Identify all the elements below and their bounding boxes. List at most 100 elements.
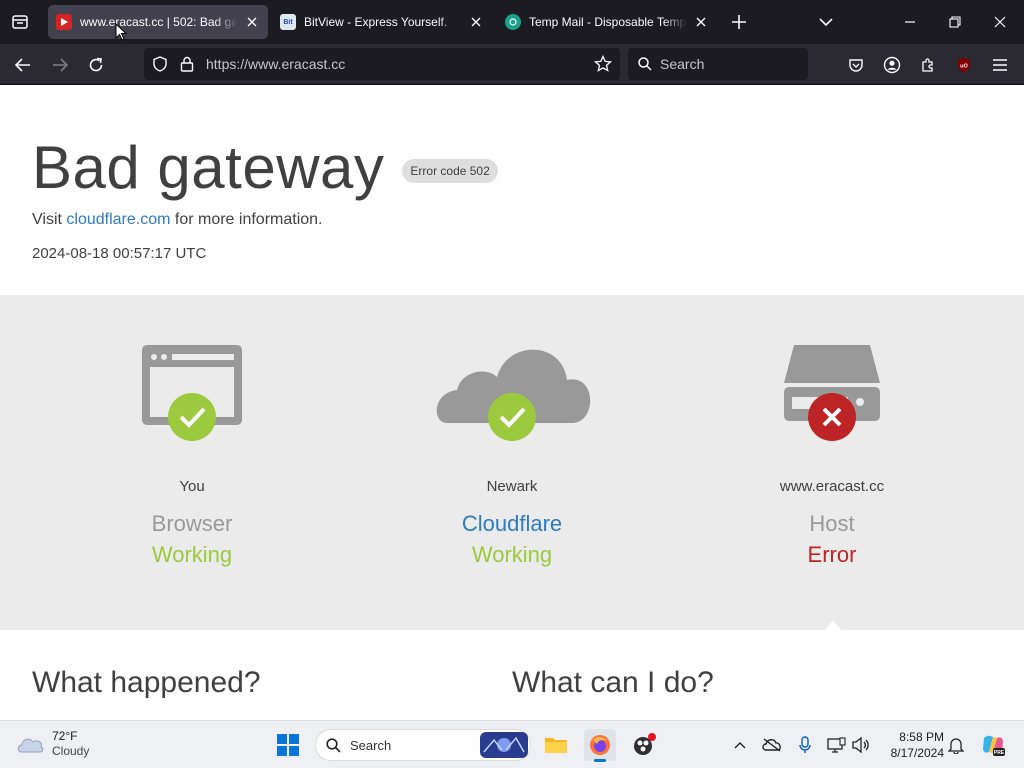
close-tab-icon[interactable] bbox=[244, 14, 260, 30]
account-icon bbox=[883, 56, 901, 74]
lock-icon[interactable] bbox=[180, 56, 194, 72]
forward-button[interactable] bbox=[45, 50, 75, 80]
microphone-tray-button[interactable] bbox=[795, 735, 815, 755]
node-cloudflare: Newark Cloudflare Working bbox=[362, 295, 662, 630]
node-kind: Host bbox=[809, 511, 855, 536]
obs-taskbar-button[interactable] bbox=[628, 729, 660, 761]
node-location: www.eracast.cc bbox=[779, 478, 885, 495]
speaker-icon bbox=[852, 737, 869, 753]
visit-suffix: for more information. bbox=[170, 211, 323, 228]
tab-bitview[interactable]: Bit BitView - Express Yourself. bbox=[272, 5, 492, 39]
address-bar[interactable]: https://www.eracast.cc bbox=[144, 48, 620, 80]
weather-condition: Cloudy bbox=[52, 744, 90, 758]
status-diagram: You Browser Working Newark Cloudflare Wo… bbox=[0, 295, 1024, 642]
navigation-toolbar: https://www.eracast.cc Search uO bbox=[0, 44, 1024, 85]
what-can-i-do-heading: What can I do? bbox=[512, 666, 714, 699]
error-timestamp: 2024-08-18 00:57:17 UTC bbox=[32, 245, 207, 262]
chevron-down-icon bbox=[819, 18, 833, 27]
taskbar-search[interactable]: Search bbox=[315, 729, 531, 761]
minimize-button[interactable] bbox=[898, 10, 922, 34]
tab-tempmail[interactable]: Temp Mail - Disposable Temporary Email bbox=[497, 5, 717, 39]
system-clock[interactable]: 8:58 PM 8/17/2024 bbox=[880, 729, 944, 761]
explanation-section: What happened? What can I do? bbox=[0, 630, 1024, 720]
mouse-cursor-icon bbox=[115, 23, 127, 41]
bookmark-star-icon[interactable] bbox=[594, 55, 612, 73]
node-status: Error bbox=[807, 542, 857, 567]
node-browser: You Browser Working bbox=[42, 295, 342, 630]
puzzle-icon bbox=[922, 58, 933, 72]
node-location: You bbox=[179, 478, 205, 495]
node-status: Working bbox=[151, 542, 233, 567]
tab-eracast[interactable]: www.eracast.cc | 502: Bad gateway bbox=[48, 5, 268, 39]
cloud-offline-icon bbox=[762, 738, 781, 752]
firefox-view-icon bbox=[12, 15, 28, 29]
tracking-shield-icon[interactable] bbox=[152, 56, 168, 72]
server-icon bbox=[784, 345, 880, 441]
reload-icon bbox=[89, 57, 103, 72]
weather-widget[interactable]: 72°F Cloudy bbox=[16, 729, 89, 759]
bell-icon bbox=[948, 738, 964, 754]
restore-button[interactable] bbox=[943, 10, 967, 34]
file-explorer-button[interactable] bbox=[540, 729, 572, 761]
search-bar[interactable]: Search bbox=[628, 48, 808, 80]
firefox-taskbar-button[interactable] bbox=[584, 729, 616, 762]
plus-icon bbox=[732, 15, 746, 29]
headline: Bad gateway Error code 502 bbox=[32, 133, 498, 202]
firefox-view-button[interactable] bbox=[6, 8, 34, 36]
node-kind: Browser bbox=[151, 511, 233, 536]
reload-button[interactable] bbox=[81, 50, 111, 80]
clock-time: 8:58 PM bbox=[899, 730, 944, 744]
restore-icon bbox=[949, 16, 961, 28]
node-host: www.eracast.cc Host Error bbox=[682, 295, 982, 630]
firefox-icon bbox=[590, 735, 610, 755]
ublock-button[interactable]: uO bbox=[949, 50, 979, 80]
arrow-right-icon bbox=[53, 58, 68, 72]
windows-logo-icon bbox=[277, 734, 299, 756]
onedrive-tray-button[interactable] bbox=[762, 735, 782, 755]
cloudflare-node-link[interactable]: Cloudflare bbox=[362, 511, 662, 537]
node-location: Newark bbox=[486, 478, 538, 495]
cloudflare-link[interactable]: cloudflare.com bbox=[66, 211, 170, 228]
obs-icon bbox=[634, 733, 656, 755]
ublock-origin-icon: uO bbox=[958, 58, 970, 72]
notifications-button[interactable] bbox=[946, 735, 966, 755]
minimize-icon bbox=[905, 21, 915, 23]
tab-strip: www.eracast.cc | 502: Bad gateway Bit Bi… bbox=[0, 0, 1024, 44]
search-highlight-icon bbox=[480, 732, 528, 758]
youtube-favicon-icon bbox=[56, 14, 72, 30]
url-text[interactable]: https://www.eracast.cc bbox=[206, 56, 345, 72]
app-menu-button[interactable] bbox=[985, 50, 1015, 80]
list-all-tabs-button[interactable] bbox=[814, 10, 838, 34]
copilot-button[interactable]: PRE bbox=[980, 732, 1006, 758]
search-icon bbox=[326, 738, 341, 753]
svg-text:PRE: PRE bbox=[994, 750, 1005, 756]
what-happened-heading: What happened? bbox=[32, 666, 261, 699]
network-icon bbox=[827, 737, 846, 753]
hamburger-menu-icon bbox=[993, 59, 1007, 71]
bitview-favicon-icon: Bit bbox=[280, 14, 296, 30]
close-tab-icon[interactable] bbox=[693, 14, 709, 30]
arrow-left-icon bbox=[15, 58, 30, 72]
copilot-icon: PRE bbox=[983, 735, 1005, 756]
extensions-button[interactable] bbox=[913, 50, 943, 80]
tab-title: BitView - Express Yourself. bbox=[304, 15, 448, 29]
pocket-button[interactable] bbox=[841, 50, 871, 80]
back-button[interactable] bbox=[8, 50, 38, 80]
active-app-indicator bbox=[594, 759, 606, 762]
start-button[interactable] bbox=[272, 729, 304, 761]
tab-title: Temp Mail - Disposable Temporary Email bbox=[529, 15, 687, 29]
close-icon bbox=[994, 16, 1006, 28]
visit-text: Visit cloudflare.com for more informatio… bbox=[32, 211, 323, 229]
volume-tray-button[interactable] bbox=[851, 735, 871, 755]
tab-title: www.eracast.cc | 502: Bad gateway bbox=[80, 15, 238, 29]
new-tab-button[interactable] bbox=[727, 10, 751, 34]
close-tab-icon[interactable] bbox=[468, 14, 484, 30]
error-code-badge: Error code 502 bbox=[402, 158, 498, 183]
show-hidden-icons-button[interactable] bbox=[730, 735, 750, 755]
network-tray-button[interactable] bbox=[826, 735, 846, 755]
cloudy-weather-icon bbox=[17, 738, 44, 753]
folder-icon bbox=[545, 738, 567, 753]
weather-temperature: 72°F bbox=[52, 729, 78, 743]
close-window-button[interactable] bbox=[988, 10, 1012, 34]
account-button[interactable] bbox=[877, 50, 907, 80]
